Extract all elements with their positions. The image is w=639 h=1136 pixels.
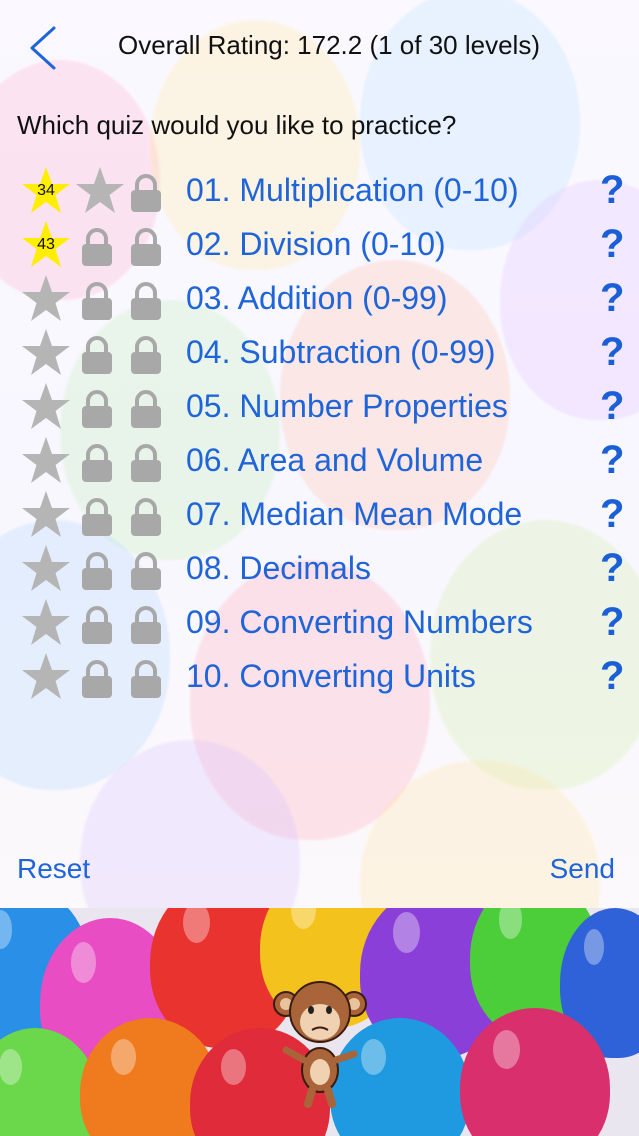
lock-icon	[82, 282, 112, 320]
header: Overall Rating: 172.2 (1 of 30 levels)	[0, 0, 639, 92]
lock-icon	[131, 498, 161, 536]
quiz-label[interactable]: 08. Decimals	[186, 550, 371, 587]
lock-icon	[131, 444, 161, 482]
lock-icon	[131, 174, 161, 212]
score-star-icon: 43	[20, 219, 72, 271]
help-question-icon[interactable]: ?	[600, 492, 624, 537]
quiz-row-area-volume[interactable]: 06. Area and Volume ?	[0, 434, 639, 488]
quiz-row-decimals[interactable]: 08. Decimals ?	[0, 542, 639, 596]
quiz-label[interactable]: 05. Number Properties	[186, 388, 508, 425]
locked-star-icon	[22, 545, 70, 591]
locked-star-icon	[22, 275, 70, 321]
quiz-prompt: Which quiz would you like to practice?	[17, 110, 457, 140]
quiz-label[interactable]: 09. Converting Numbers	[186, 604, 533, 641]
quiz-label[interactable]: 10. Converting Units	[186, 658, 476, 695]
help-question-icon[interactable]: ?	[600, 168, 624, 213]
lock-icon	[131, 660, 161, 698]
locked-star-icon	[22, 653, 70, 699]
quiz-label[interactable]: 01. Multiplication (0-10)	[186, 172, 519, 209]
help-question-icon[interactable]: ?	[600, 654, 624, 699]
lock-icon	[131, 606, 161, 644]
quiz-row-number-properties[interactable]: 05. Number Properties ?	[0, 380, 639, 434]
lock-icon	[82, 444, 112, 482]
help-question-icon[interactable]: ?	[600, 222, 624, 267]
score-value: 34	[37, 182, 55, 199]
quiz-row-converting-numbers[interactable]: 09. Converting Numbers ?	[0, 596, 639, 650]
quiz-row-subtraction[interactable]: 04. Subtraction (0-99) ?	[0, 326, 639, 380]
help-question-icon[interactable]: ?	[600, 438, 624, 483]
help-question-icon[interactable]: ?	[600, 546, 624, 591]
lock-icon	[82, 390, 112, 428]
locked-star-icon	[76, 167, 124, 213]
lock-icon	[82, 660, 112, 698]
send-button[interactable]: Send	[550, 853, 615, 885]
quiz-label[interactable]: 06. Area and Volume	[186, 442, 483, 479]
score-star-icon: 34	[20, 165, 72, 217]
quiz-label[interactable]: 02. Division (0-10)	[186, 226, 446, 263]
overall-rating-title: Overall Rating: 172.2 (1 of 30 levels)	[118, 30, 540, 60]
lock-icon	[131, 336, 161, 374]
help-question-icon[interactable]: ?	[600, 600, 624, 645]
quiz-row-converting-units[interactable]: 10. Converting Units ?	[0, 650, 639, 704]
help-question-icon[interactable]: ?	[600, 330, 624, 375]
quiz-label[interactable]: 07. Median Mean Mode	[186, 496, 522, 533]
quiz-row-addition[interactable]: 03. Addition (0-99) ?	[0, 272, 639, 326]
score-value: 43	[37, 236, 55, 253]
lock-icon	[82, 228, 112, 266]
lock-icon	[82, 336, 112, 374]
lock-icon	[131, 228, 161, 266]
quiz-row-division[interactable]: 43 02. Division (0-10) ?	[0, 218, 639, 272]
quiz-row-median-mean-mode[interactable]: 07. Median Mean Mode ?	[0, 488, 639, 542]
locked-star-icon	[22, 491, 70, 537]
back-chevron-icon[interactable]	[24, 24, 64, 72]
locked-star-icon	[22, 437, 70, 483]
reset-button[interactable]: Reset	[17, 853, 90, 885]
lock-icon	[131, 282, 161, 320]
lock-icon	[131, 552, 161, 590]
locked-star-icon	[22, 329, 70, 375]
lock-icon	[82, 498, 112, 536]
monkey-mascot-icon	[273, 981, 367, 1108]
help-question-icon[interactable]: ?	[600, 276, 624, 321]
locked-star-icon	[22, 383, 70, 429]
quiz-label[interactable]: 03. Addition (0-99)	[186, 280, 448, 317]
lock-icon	[82, 606, 112, 644]
quiz-list: 34 01. Multiplication (0-10) ? 43 02. Di…	[0, 164, 639, 704]
quiz-row-multiplication[interactable]: 34 01. Multiplication (0-10) ?	[0, 164, 639, 218]
lock-icon	[82, 552, 112, 590]
lock-icon	[131, 390, 161, 428]
quiz-label[interactable]: 04. Subtraction (0-99)	[186, 334, 496, 371]
locked-star-icon	[22, 599, 70, 645]
help-question-icon[interactable]: ?	[600, 384, 624, 429]
